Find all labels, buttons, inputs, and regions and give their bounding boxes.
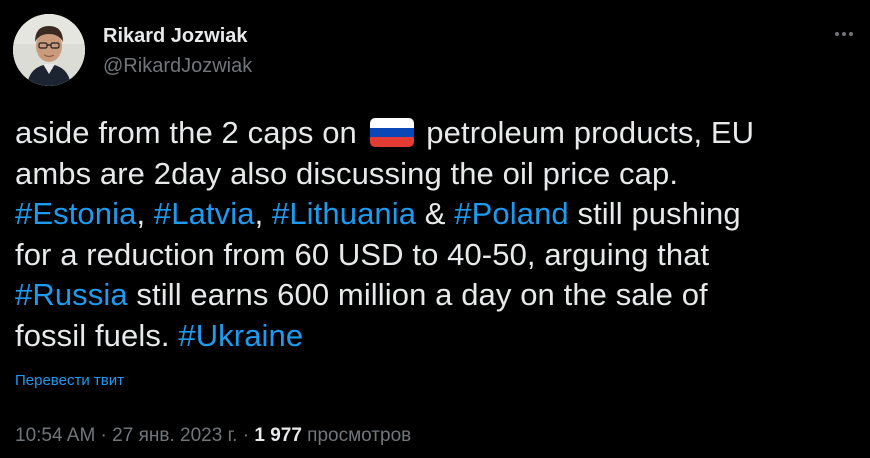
tweet-date[interactable]: 27 янв. 2023 г. [112,425,237,446]
tweet-text-segment: fossil fuels. [15,317,179,353]
meta-separator: · [237,425,255,446]
avatar[interactable] [13,14,85,86]
meta-separator: · [95,425,113,446]
tweet-meta: 10:54 AM · 27 янв. 2023 г. · 1 977 просм… [15,425,411,447]
tweet-card: Rikard Jozwiak @RikardJozwiak aside from… [0,0,870,458]
hashtag-ukraine-link[interactable]: #Ukraine [178,318,303,353]
hashtag-lithuania-link[interactable]: #Lithuania [272,196,416,231]
author-info: Rikard Jozwiak @RikardJozwiak [103,24,252,78]
author-handle[interactable]: @RikardJozwiak [103,54,252,78]
tweet-text-segment: , [136,196,154,231]
hashtag-russia-link[interactable]: #Russia [15,277,128,312]
tweet-text: aside from the 2 caps on petroleum produ… [15,113,865,356]
hashtag-latvia-link[interactable]: #Latvia [154,196,255,231]
views-count: 1 977 [254,425,302,446]
translate-tweet-link[interactable]: Перевести твит [15,372,124,389]
hashtag-poland-link[interactable]: #Poland [454,196,568,231]
more-horizontal-icon[interactable] [830,22,858,46]
tweet-text-segment: for a reduction from 60 USD to 40-50, ar… [15,236,710,272]
hashtag-estonia-link[interactable]: #Estonia [15,196,136,231]
tweet-text-segment: still earns 600 million a day on the sal… [127,277,708,312]
tweet-text-segment: , [254,196,272,231]
tweet-text-segment: & [416,196,455,231]
russian-flag-icon [369,118,414,147]
author-display-name[interactable]: Rikard Jozwiak [103,24,252,48]
tweet-text-segment: aside from the 2 caps on [15,115,366,150]
tweet-text-segment: petroleum products, EU [417,115,755,150]
views-label: просмотров [301,425,412,446]
tweet-text-segment: ambs are 2day also discussing the oil pr… [15,155,679,191]
tweet-text-segment: still pushing [568,196,741,231]
tweet-time[interactable]: 10:54 AM [15,425,95,446]
